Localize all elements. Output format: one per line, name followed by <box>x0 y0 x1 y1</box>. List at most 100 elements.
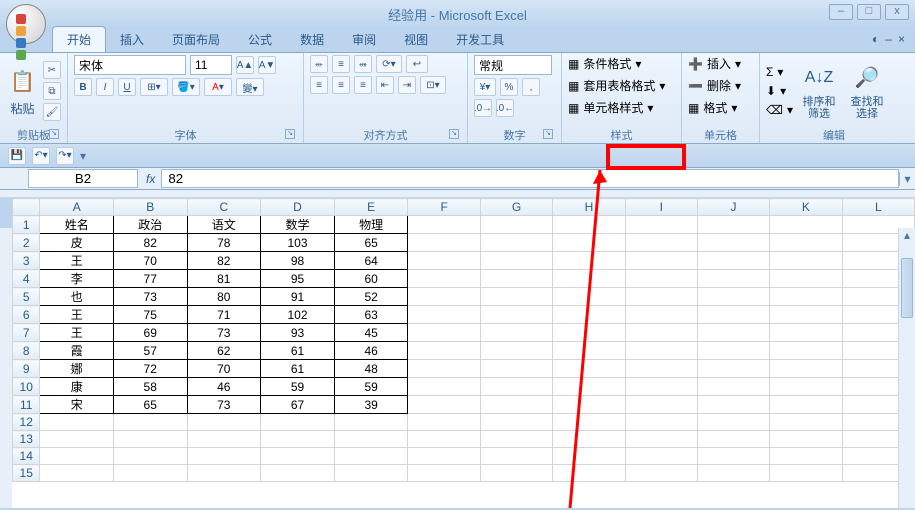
cell-J5[interactable] <box>697 288 769 306</box>
cell-I2[interactable] <box>625 234 697 252</box>
cell-G6[interactable] <box>480 306 552 324</box>
row-header-7[interactable]: 7 <box>13 324 40 342</box>
cell-K6[interactable] <box>770 306 842 324</box>
align-middle-icon[interactable]: ≡ <box>332 55 350 73</box>
sort-filter-button[interactable]: A↓Z 排序和 筛选 <box>797 62 841 120</box>
cell-D15[interactable] <box>261 465 335 482</box>
insert-cells-button[interactable]: ➕ 插入 ▾ <box>688 55 741 72</box>
cell-A3[interactable]: 王 <box>40 252 114 270</box>
cell-J13[interactable] <box>697 431 769 448</box>
help-icon[interactable]: ◐ <box>872 32 879 46</box>
cell-J4[interactable] <box>697 270 769 288</box>
cell-K14[interactable] <box>770 448 842 465</box>
cell-K9[interactable] <box>770 360 842 378</box>
office-button[interactable] <box>6 4 46 44</box>
underline-button[interactable]: U <box>118 78 136 96</box>
cell-I13[interactable] <box>625 431 697 448</box>
border-button[interactable]: ⊞▾ <box>140 78 168 96</box>
cell-K4[interactable] <box>770 270 842 288</box>
decrease-decimal-icon[interactable]: .0← <box>496 99 514 117</box>
cell-B10[interactable]: 58 <box>113 378 187 396</box>
cell-E1[interactable]: 物理 <box>334 216 408 234</box>
cell-D1[interactable]: 数学 <box>261 216 335 234</box>
orientation-icon[interactable]: ⟳▾ <box>376 55 402 73</box>
cell-D8[interactable]: 61 <box>261 342 335 360</box>
row-header-15[interactable]: 15 <box>13 465 40 482</box>
cell-A6[interactable]: 王 <box>40 306 114 324</box>
cell-D12[interactable] <box>261 414 335 431</box>
delete-cells-button[interactable]: ➖ 删除 ▾ <box>688 77 741 94</box>
cell-K15[interactable] <box>770 465 842 482</box>
cell-D3[interactable]: 98 <box>261 252 335 270</box>
fx-icon[interactable]: fx <box>146 172 155 186</box>
cell-B13[interactable] <box>113 431 187 448</box>
cell-F5[interactable] <box>408 288 480 306</box>
cell-I5[interactable] <box>625 288 697 306</box>
cell-A4[interactable]: 李 <box>40 270 114 288</box>
undo-icon[interactable]: ↶▾ <box>32 147 50 165</box>
row-header-4[interactable]: 4 <box>13 270 40 288</box>
cell-G8[interactable] <box>480 342 552 360</box>
cell-F4[interactable] <box>408 270 480 288</box>
cell-I15[interactable] <box>625 465 697 482</box>
row-header-8[interactable]: 8 <box>13 342 40 360</box>
cell-A1[interactable]: 姓名 <box>40 216 114 234</box>
cell-H5[interactable] <box>553 288 625 306</box>
row-header-2[interactable]: 2 <box>13 234 40 252</box>
cell-A7[interactable]: 王 <box>40 324 114 342</box>
number-format-combo[interactable] <box>474 55 552 75</box>
comma-icon[interactable]: , <box>522 78 540 96</box>
row-header-1[interactable]: 1 <box>13 216 40 234</box>
tab-layout[interactable]: 页面布局 <box>158 27 234 52</box>
cell-C4[interactable]: 81 <box>187 270 261 288</box>
cell-E13[interactable] <box>334 431 408 448</box>
paste-button[interactable]: 📋 粘贴 <box>6 66 39 117</box>
cell-A5[interactable]: 也 <box>40 288 114 306</box>
cell-F7[interactable] <box>408 324 480 342</box>
tab-review[interactable]: 审阅 <box>338 27 390 52</box>
col-header-D[interactable]: D <box>261 199 335 216</box>
cell-J14[interactable] <box>697 448 769 465</box>
cell-A2[interactable]: 皮 <box>40 234 114 252</box>
cell-C5[interactable]: 80 <box>187 288 261 306</box>
cell-E6[interactable]: 63 <box>334 306 408 324</box>
cell-H12[interactable] <box>553 414 625 431</box>
cell-H1[interactable] <box>553 216 625 234</box>
close-button[interactable]: x <box>885 4 909 20</box>
font-name-combo[interactable] <box>74 55 186 75</box>
cell-K12[interactable] <box>770 414 842 431</box>
col-header-B[interactable]: B <box>113 199 187 216</box>
number-launcher[interactable]: ↘ <box>543 129 553 139</box>
cell-H15[interactable] <box>553 465 625 482</box>
row-header-3[interactable]: 3 <box>13 252 40 270</box>
cell-F10[interactable] <box>408 378 480 396</box>
tab-home[interactable]: 开始 <box>52 26 106 52</box>
font-color-button[interactable]: A▾ <box>204 78 232 96</box>
cell-F12[interactable] <box>408 414 480 431</box>
cell-J3[interactable] <box>697 252 769 270</box>
row-header-10[interactable]: 10 <box>13 378 40 396</box>
cell-E2[interactable]: 65 <box>334 234 408 252</box>
fill-button[interactable]: ⬇ ▾ <box>766 84 793 98</box>
cell-styles-button[interactable]: ▦ 单元格样式 ▾ <box>568 99 653 116</box>
cell-K7[interactable] <box>770 324 842 342</box>
cell-G3[interactable] <box>480 252 552 270</box>
cell-C6[interactable]: 71 <box>187 306 261 324</box>
copy-icon[interactable]: ⧉ <box>43 82 61 100</box>
cell-E15[interactable] <box>334 465 408 482</box>
cell-C12[interactable] <box>187 414 261 431</box>
cell-J1[interactable] <box>697 216 769 234</box>
cell-B9[interactable]: 72 <box>113 360 187 378</box>
cell-F3[interactable] <box>408 252 480 270</box>
formula-bar[interactable] <box>161 169 899 188</box>
format-cells-button[interactable]: ▦ 格式 ▾ <box>688 99 737 116</box>
tab-formulas[interactable]: 公式 <box>234 27 286 52</box>
spreadsheet-grid[interactable]: ABCDEFGHIJKL1姓名政治语文数学物理2皮8278103653王7082… <box>12 198 915 482</box>
increase-decimal-icon[interactable]: .0→ <box>474 99 492 117</box>
conditional-format-button[interactable]: ▦ 条件格式 ▾ <box>568 55 641 72</box>
align-bottom-icon[interactable]: ⬵ <box>354 55 372 73</box>
cell-G12[interactable] <box>480 414 552 431</box>
cell-H8[interactable] <box>553 342 625 360</box>
cell-C11[interactable]: 73 <box>187 396 261 414</box>
col-header-G[interactable]: G <box>480 199 552 216</box>
